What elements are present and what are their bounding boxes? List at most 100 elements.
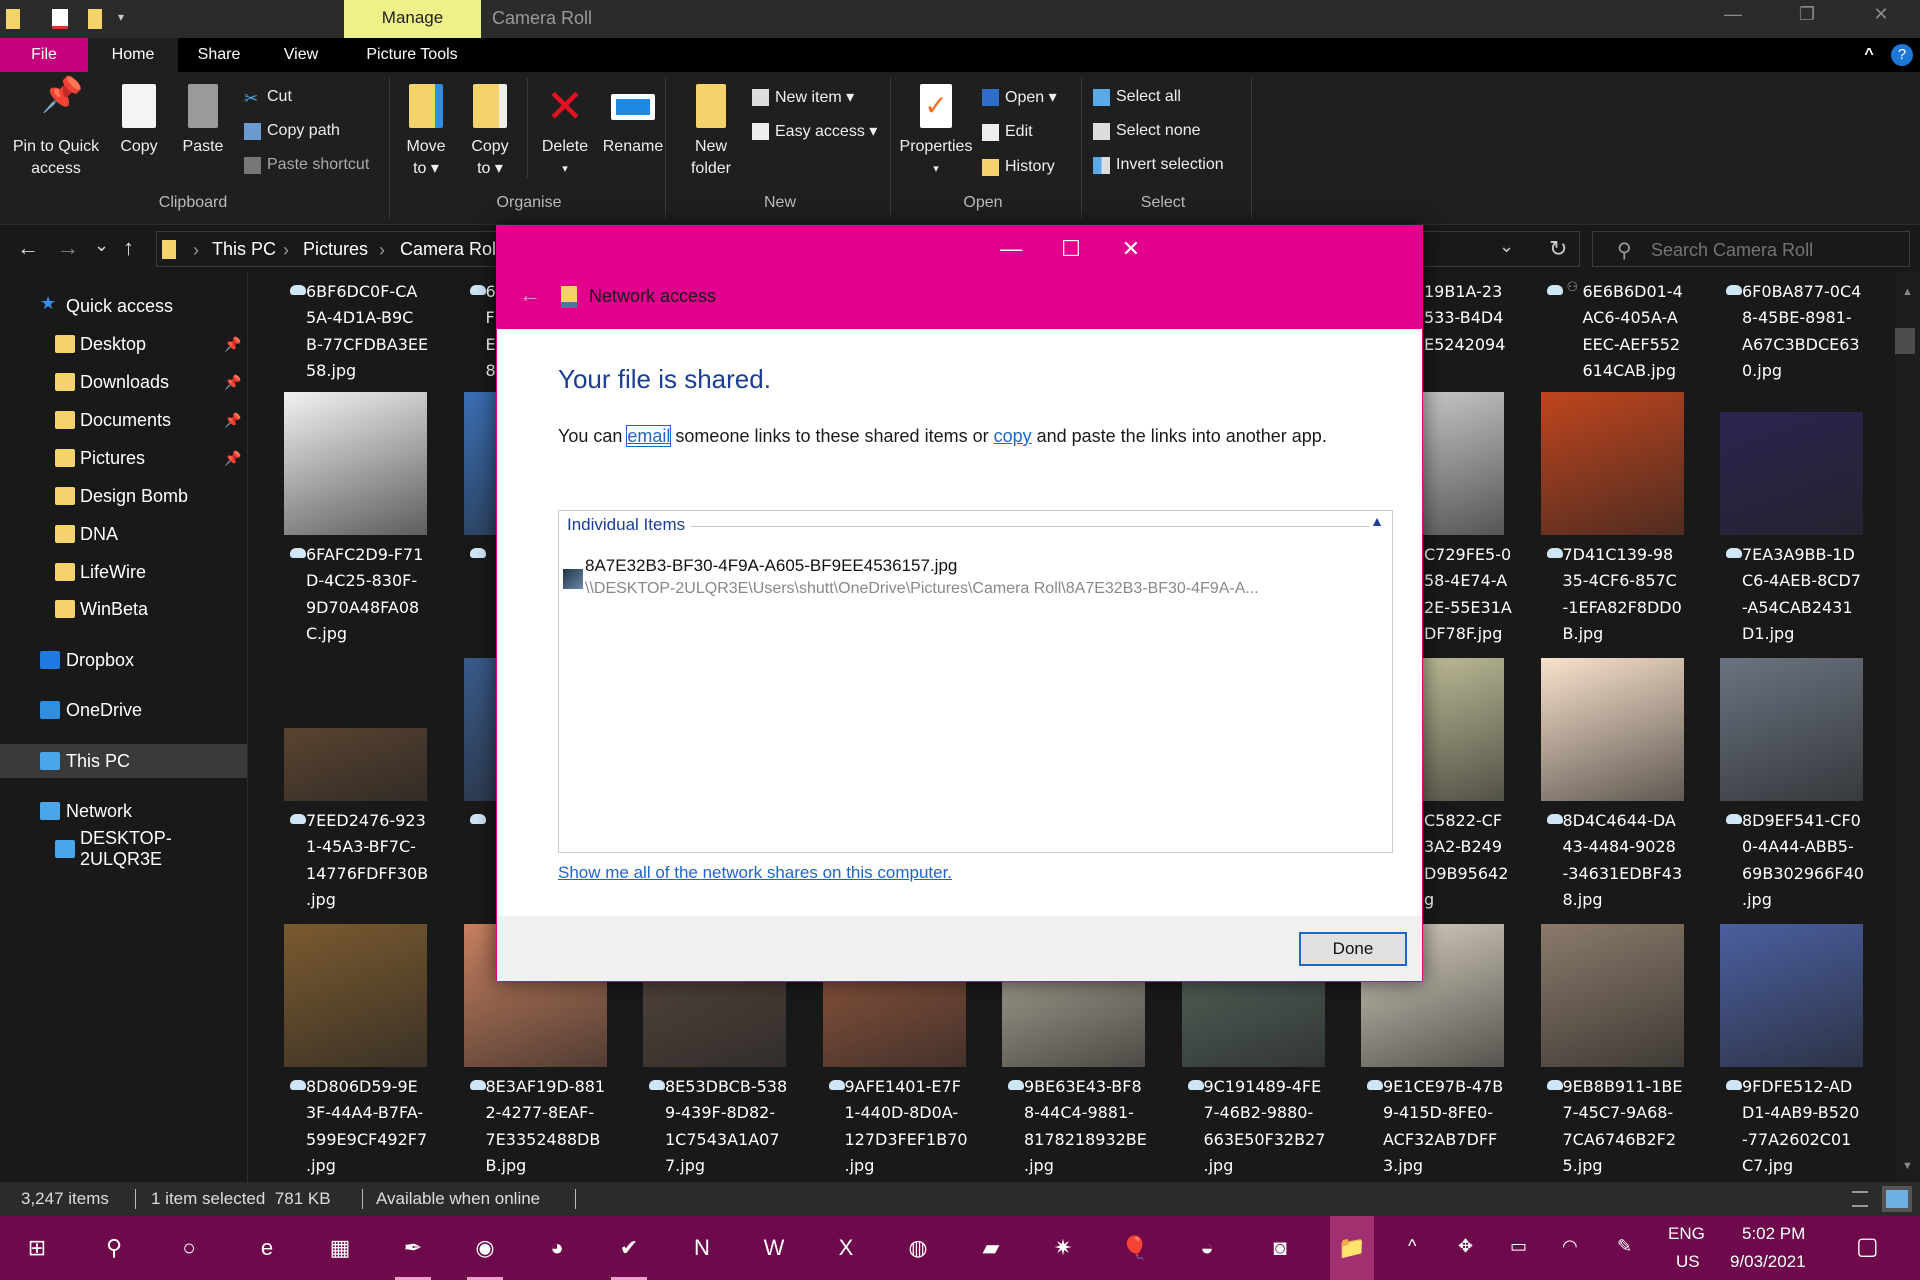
properties-button[interactable]: ✓ Properties ▾ <box>896 84 976 180</box>
rename-button[interactable]: Rename <box>600 84 666 158</box>
file-thumbnail[interactable] <box>1540 924 1684 1067</box>
sidebar-item-downloads[interactable]: Downloads 📌 <box>0 365 247 399</box>
file-item[interactable]: 6FAFC2D9-F71 D-4C25-830F- 9D70A48FA08 C.jpg <box>284 392 454 652</box>
search-input[interactable] <box>1651 238 1891 262</box>
breadcrumb-pictures[interactable]: Pictures <box>303 239 368 260</box>
copy-button[interactable]: Copy <box>116 84 162 158</box>
file-item[interactable]: 7EA3A9BB-1D C6-4AEB-8CD7 -A54CAB2431 D1.jpg <box>1720 392 1890 652</box>
file-item[interactable]: 6BF6DC0F-CA 5A-4D1A-B9C B-77CFDBA3EE 58.jpg <box>284 272 454 389</box>
address-dropdown-icon[interactable]: ⌄ <box>1499 236 1514 257</box>
show-network-shares-link[interactable]: Show me all of the network shares on thi… <box>558 863 952 883</box>
sidebar-item-documents[interactable]: Documents 📌 <box>0 403 247 437</box>
language-indicator-1[interactable]: ENG <box>1668 1224 1705 1244</box>
sticky-notes-icon[interactable]: ▰ <box>969 1226 1013 1270</box>
new-item-button[interactable]: New item ▾ <box>752 86 854 108</box>
wifi-icon[interactable]: ◠ <box>1562 1236 1578 1257</box>
search-icon[interactable]: ⚲ <box>92 1226 136 1270</box>
sidebar-item-lifewire[interactable]: LifeWire <box>0 555 247 589</box>
sidebar-item-winbeta[interactable]: WinBeta <box>0 592 247 626</box>
show-hidden-icons-button[interactable]: ^ <box>1408 1236 1416 1257</box>
paste-shortcut-button[interactable]: Paste shortcut <box>244 154 369 176</box>
large-icons-view-icon[interactable] <box>1882 1186 1912 1212</box>
pen-icon[interactable]: ✎ <box>1617 1236 1632 1257</box>
close-button[interactable]: ✕ <box>1866 4 1896 25</box>
excel-icon[interactable]: X <box>824 1226 868 1270</box>
battery-icon[interactable]: ▭ <box>1510 1236 1527 1257</box>
file-item[interactable]: ⚇ 6E6B6D01-4 AC6-405A-A EEC-AEF552 614CAB.jp… <box>1541 272 1711 389</box>
collapse-group-icon[interactable]: ▲ <box>1370 513 1384 529</box>
breadcrumb-separator[interactable]: › <box>193 240 199 261</box>
file-item[interactable]: 9EB8B911-1BE 7-45C7-9A68- 7CA6746B2F2 5.jpg <box>1540 924 1711 1182</box>
sidebar-item-pictures[interactable]: Pictures 📌 <box>0 441 247 475</box>
delete-button[interactable]: ✕ Delete ▾ <box>538 83 592 180</box>
file-item[interactable]: 9FDFE512-AD D1-4AB9-B520 -77A2602C01 C7.jpg <box>1720 924 1890 1182</box>
copy-to-button[interactable]: Copy to ▾ <box>464 84 516 180</box>
done-button[interactable]: Done <box>1299 932 1407 966</box>
restore-button[interactable]: ❐ <box>1792 4 1822 25</box>
paste-button[interactable]: Paste <box>180 84 226 158</box>
file-item[interactable]: 7D41C139-98 35-4CF6-857C -1EFA82F8DD0 B.jpg <box>1540 392 1711 652</box>
star-app-icon[interactable]: ✷ <box>1041 1226 1085 1270</box>
file-item[interactable]: 8D4C4644-DA 43-4484-9028 -34631EDBF43 8.jpg <box>1540 658 1711 918</box>
sidebar-item-onedrive[interactable]: OneDrive <box>0 693 247 727</box>
file-explorer-icon[interactable]: 📁 <box>1330 1216 1374 1280</box>
new-folder-quick-icon[interactable] <box>88 9 102 29</box>
sidebar-item-dna[interactable]: DNA <box>0 517 247 551</box>
dialog-back-button[interactable]: ← <box>519 282 541 308</box>
file-item[interactable]: 7EED2476-923 1-45A3-BF7C- 14776FDFF30B .jpg <box>284 658 454 918</box>
scroll-thumb[interactable] <box>1895 328 1915 354</box>
file-item[interactable]: 8D806D59-9E 3F-44A4-B7FA- 599E9CF492F7 .jpg <box>284 924 454 1182</box>
cortana-icon[interactable]: ○ <box>167 1226 211 1270</box>
dialog-maximize-button[interactable]: ☐ <box>1051 236 1091 262</box>
file-thumbnail[interactable] <box>284 392 427 535</box>
file-thumbnail[interactable] <box>1720 924 1863 1067</box>
sidebar-item-dropbox[interactable]: Dropbox <box>0 643 247 677</box>
breadcrumb-camera-roll[interactable]: Camera Roll <box>400 239 500 260</box>
tab-home[interactable]: Home <box>88 38 178 72</box>
scroll-down-icon[interactable]: ▼ <box>1902 1160 1913 1172</box>
search-box[interactable]: ⚲ <box>1592 231 1910 267</box>
chrome-icon[interactable]: ◉ <box>463 1226 507 1280</box>
dropbox-tray-icon[interactable]: ✥ <box>1458 1236 1473 1257</box>
store-icon[interactable]: ▦ <box>318 1226 362 1270</box>
breadcrumb-separator[interactable]: › <box>283 240 289 261</box>
manage-context-tab[interactable]: Manage <box>344 0 481 38</box>
sidebar-item-design-bomb[interactable]: Design Bomb <box>0 479 247 513</box>
pin-icon[interactable]: 📌 <box>224 374 241 391</box>
file-item[interactable]: 8D9EF541-CF0 0-4A44-ABB5- 69B302966F40 .jpg <box>1720 658 1890 918</box>
tab-view[interactable]: View <box>270 38 332 72</box>
clock-time[interactable]: 5:02 PM <box>1742 1224 1805 1244</box>
help-icon[interactable]: ? <box>1891 44 1913 66</box>
file-thumbnail[interactable] <box>284 924 427 1067</box>
feather-app-icon[interactable]: ✒ <box>391 1226 435 1280</box>
vertical-scrollbar[interactable]: ▲ ▼ <box>1895 272 1920 1182</box>
todo-icon[interactable]: ✔ <box>607 1226 651 1280</box>
properties-quick-icon[interactable] <box>52 9 68 29</box>
collapse-ribbon-icon[interactable]: ^ <box>1856 38 1882 72</box>
clock-date[interactable]: 9/03/2021 <box>1730 1252 1806 1272</box>
pin-icon[interactable]: 📌 <box>224 412 241 429</box>
recent-locations-button[interactable]: ⌄ <box>94 235 109 256</box>
cd-app-icon[interactable]: ◙ <box>1258 1226 1302 1270</box>
back-button[interactable]: ← <box>17 235 39 261</box>
dialog-minimize-button[interactable]: — <box>991 236 1031 262</box>
open-button[interactable]: Open ▾ <box>982 86 1057 108</box>
easy-access-button[interactable]: Easy access ▾ <box>752 120 877 142</box>
spotify-icon[interactable]: ◍ <box>896 1226 940 1270</box>
select-none-button[interactable]: Select none <box>1093 120 1201 142</box>
copy-link[interactable]: copy <box>994 426 1032 446</box>
firefox-icon[interactable]: ◕ <box>535 1226 579 1270</box>
tab-share[interactable]: Share <box>185 38 253 72</box>
file-item[interactable]: 6F0BA877-0C4 8-45BE-8981- A67C3BDCE63 0.jpg <box>1720 272 1890 389</box>
cut-button[interactable]: ✂ Cut <box>244 86 292 108</box>
forward-button[interactable]: → <box>57 235 79 261</box>
edit-button[interactable]: Edit <box>982 121 1033 143</box>
word-icon[interactable]: W <box>752 1226 796 1270</box>
edge-icon[interactable]: e <box>245 1226 289 1270</box>
pin-icon[interactable]: 📌 <box>224 450 241 467</box>
minimize-button[interactable]: — <box>1718 4 1748 25</box>
refresh-icon[interactable]: ↻ <box>1549 236 1567 262</box>
sidebar-item-network[interactable]: Network <box>0 794 247 828</box>
headphones-app-icon[interactable]: ◒ <box>1185 1226 1229 1270</box>
sidebar-item-desktop[interactable]: Desktop 📌 <box>0 327 247 361</box>
